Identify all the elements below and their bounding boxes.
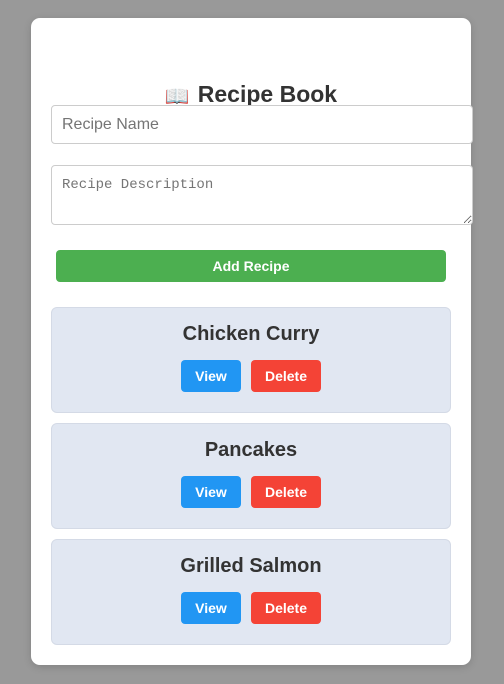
delete-recipe-button[interactable]: Delete: [251, 476, 321, 508]
recipe-actions: View Delete: [52, 360, 450, 392]
page-title-text: Recipe Book: [197, 81, 338, 107]
recipe-actions: View Delete: [52, 476, 450, 508]
recipe-item: Pancakes View Delete: [51, 423, 451, 529]
view-recipe-button[interactable]: View: [181, 592, 241, 624]
recipe-name-input[interactable]: [51, 105, 473, 144]
view-recipe-button[interactable]: View: [181, 360, 241, 392]
delete-recipe-button[interactable]: Delete: [251, 360, 321, 392]
recipe-card-container: 📖Recipe Book Add Recipe Chicken Curry Vi…: [31, 18, 473, 665]
recipe-title: Pancakes: [204, 439, 298, 461]
recipe-actions: View Delete: [52, 592, 450, 624]
recipe-item: Grilled Salmon View Delete: [51, 539, 451, 645]
delete-recipe-button[interactable]: Delete: [251, 592, 321, 624]
recipe-title: Chicken Curry: [182, 323, 320, 345]
view-recipe-button[interactable]: View: [181, 476, 241, 508]
recipe-list: Chicken Curry View Delete Pancakes View De…: [51, 307, 451, 655]
recipe-title: Grilled Salmon: [180, 555, 322, 577]
add-recipe-button[interactable]: Add Recipe: [56, 250, 446, 282]
recipe-item: Chicken Curry View Delete: [51, 307, 451, 413]
recipe-description-input[interactable]: [51, 165, 473, 225]
